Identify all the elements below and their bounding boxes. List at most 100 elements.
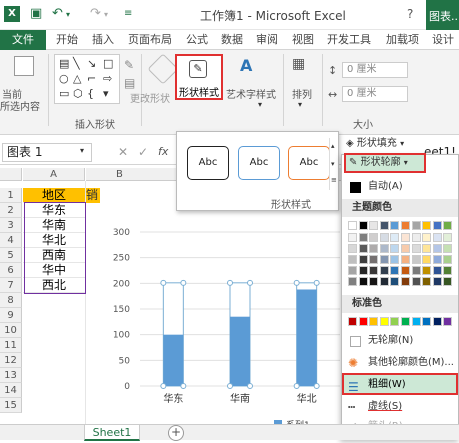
undo-icon[interactable]: ↶ xyxy=(52,6,63,21)
color-swatch[interactable] xyxy=(390,233,400,242)
arrange-button[interactable]: 排列 xyxy=(292,86,312,101)
tab-addins[interactable]: 加载项 xyxy=(386,30,419,50)
scroll-down-icon[interactable]: ▾ xyxy=(331,160,335,168)
name-box-dropdown-icon[interactable]: ▾ xyxy=(80,146,84,155)
color-swatch[interactable] xyxy=(358,221,368,230)
selection-handle[interactable] xyxy=(160,383,167,389)
color-swatch[interactable] xyxy=(411,277,421,286)
standard-color-swatch[interactable] xyxy=(422,317,432,326)
selection-handle[interactable] xyxy=(160,279,167,286)
standard-color-swatch[interactable] xyxy=(379,317,389,326)
color-swatch[interactable] xyxy=(358,244,368,253)
shape-outline-dropdown[interactable]: ✎ 形状轮廓 ▾ 自动(A) 主题颜色 标准色 无轮廓(N) ✺ 其他轮廓颜色(… xyxy=(341,153,459,440)
edit-shape-icon[interactable]: ✎ xyxy=(124,58,134,72)
row-header[interactable]: 13 xyxy=(0,368,22,383)
color-swatch[interactable] xyxy=(379,255,389,264)
cancel-icon[interactable]: ✕ xyxy=(118,145,128,159)
color-swatch[interactable] xyxy=(443,266,453,275)
color-swatch[interactable] xyxy=(401,266,410,275)
standard-color-swatch[interactable] xyxy=(443,317,453,326)
selection-handle[interactable] xyxy=(293,279,300,286)
shape-styles-gallery[interactable]: Abc Abc Abc 形状样式 xyxy=(176,131,339,211)
line-shape-icon[interactable]: ╲ xyxy=(73,57,80,70)
color-swatch[interactable] xyxy=(358,233,368,242)
triangle-shape-icon[interactable]: △ xyxy=(73,72,81,85)
row-header[interactable]: 6 xyxy=(0,263,22,278)
y-tick-label[interactable]: 50 xyxy=(119,356,131,366)
selection-handle[interactable] xyxy=(313,383,320,389)
color-swatch[interactable] xyxy=(369,255,379,264)
color-swatch[interactable] xyxy=(443,255,453,264)
standard-color-swatch[interactable] xyxy=(411,317,421,326)
standard-color-row[interactable] xyxy=(348,317,456,329)
format-selection-icon[interactable] xyxy=(14,56,34,76)
color-swatch[interactable] xyxy=(379,221,389,230)
row-header[interactable]: 15 xyxy=(0,398,22,413)
color-swatch[interactable] xyxy=(348,244,357,253)
cell-a1[interactable]: 地区 xyxy=(23,188,85,203)
row-header[interactable]: 5 xyxy=(0,248,22,263)
arrange-dropdown-icon[interactable]: ▾ xyxy=(298,100,302,109)
redo-dropdown-icon[interactable]: ▾ xyxy=(104,10,108,19)
tab-home[interactable]: 开始 xyxy=(56,30,78,50)
bar[interactable] xyxy=(230,316,250,386)
standard-color-swatch[interactable] xyxy=(401,317,410,326)
color-swatch[interactable] xyxy=(358,255,368,264)
color-swatch[interactable] xyxy=(432,233,442,242)
name-box[interactable]: 图表 1 xyxy=(2,143,92,162)
select-all-corner[interactable] xyxy=(0,168,22,181)
color-swatch[interactable] xyxy=(390,221,400,230)
row-header[interactable]: 9 xyxy=(0,308,22,323)
height-field[interactable]: 0 厘米 xyxy=(342,62,408,78)
enter-icon[interactable]: ✓ xyxy=(138,145,148,159)
color-swatch[interactable] xyxy=(401,221,410,230)
standard-color-swatch[interactable] xyxy=(358,317,368,326)
shape-styles-button[interactable]: ✎ 形状样式 xyxy=(175,54,223,100)
function-icon[interactable]: fx xyxy=(158,145,168,158)
customize-qat-icon[interactable]: ≡ xyxy=(124,8,132,19)
current-selection-label-2[interactable]: 所选内容 xyxy=(0,98,40,113)
standard-color-swatch[interactable] xyxy=(432,317,442,326)
color-swatch[interactable] xyxy=(432,221,442,230)
redo-icon[interactable]: ↷ xyxy=(90,6,101,21)
selection-handle[interactable] xyxy=(227,279,233,286)
color-swatch[interactable] xyxy=(379,277,389,286)
tab-formulas[interactable]: 公式 xyxy=(186,30,208,50)
arrow-shape-icon[interactable]: ↘ xyxy=(87,57,96,70)
column-header-a[interactable]: A xyxy=(23,168,85,181)
undo-dropdown-icon[interactable]: ▾ xyxy=(66,10,70,19)
change-shape-icon[interactable] xyxy=(147,53,179,85)
standard-color-swatch[interactable] xyxy=(348,317,357,326)
rectangle-shape-icon[interactable]: □ xyxy=(103,57,113,70)
row-header[interactable]: 4 xyxy=(0,233,22,248)
color-swatch[interactable] xyxy=(422,233,432,242)
y-tick-label[interactable]: 200 xyxy=(113,279,130,289)
color-swatch[interactable] xyxy=(411,244,421,253)
auto-color-item[interactable]: 自动(A) xyxy=(342,177,458,197)
color-swatch[interactable] xyxy=(443,277,453,286)
color-swatch[interactable] xyxy=(358,277,368,286)
color-swatch[interactable] xyxy=(422,277,432,286)
selection-handle[interactable] xyxy=(180,279,187,286)
shape-outline-button[interactable]: ✎ 形状轮廓 ▾ xyxy=(344,153,426,173)
color-swatch[interactable] xyxy=(422,244,432,253)
row-header[interactable]: 3 xyxy=(0,218,22,233)
color-swatch[interactable] xyxy=(411,221,421,230)
color-swatch[interactable] xyxy=(348,233,357,242)
color-swatch[interactable] xyxy=(348,266,357,275)
textbox-shape-icon[interactable]: ▤ xyxy=(59,57,69,70)
color-swatch[interactable] xyxy=(369,266,379,275)
rounded-rect-icon[interactable]: ▭ xyxy=(59,87,69,100)
bar[interactable] xyxy=(296,289,317,386)
scroll-up-icon[interactable]: ▴ xyxy=(331,142,335,150)
curly-shape-icon[interactable]: { xyxy=(87,87,94,100)
selection-handle[interactable] xyxy=(180,383,187,389)
weight-item[interactable]: ☰ 粗细(W) xyxy=(342,373,458,395)
column-chart[interactable]: 050100150200250300华东华南华北系列1 xyxy=(104,196,354,440)
chart-area[interactable]: 050100150200250300华东华南华北系列1 xyxy=(104,196,354,440)
color-swatch[interactable] xyxy=(443,233,453,242)
selection-handle[interactable] xyxy=(247,279,253,286)
color-swatch[interactable] xyxy=(379,266,389,275)
color-swatch[interactable] xyxy=(422,266,432,275)
selection-handle[interactable] xyxy=(313,279,320,286)
